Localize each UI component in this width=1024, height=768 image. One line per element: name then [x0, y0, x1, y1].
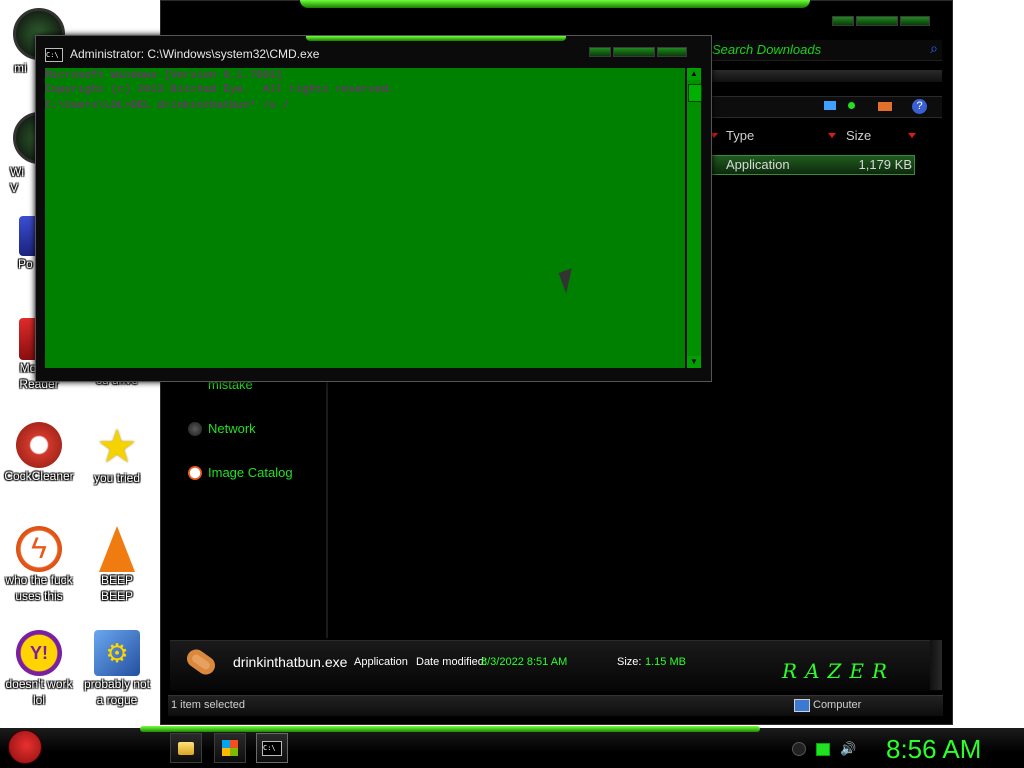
scroll-up-arrow-icon[interactable]: ▲: [687, 68, 701, 80]
close-button[interactable]: [900, 16, 930, 26]
help-icon[interactable]: ?: [912, 99, 927, 114]
angry-bird-icon: [8, 730, 42, 764]
cmd-scrollbar[interactable]: ▲ ▼: [686, 68, 702, 368]
details-kind: Application: [354, 656, 408, 668]
details-pane-edge: [930, 640, 942, 690]
lightning-icon: [188, 465, 202, 480]
maximize-button[interactable]: [856, 16, 898, 26]
details-size-value: 1.15 MB: [645, 656, 686, 668]
computer-icon: [794, 699, 810, 712]
details-size-label: Size:: [617, 656, 642, 668]
pane-icon[interactable]: [878, 102, 892, 111]
search-placeholder: Search Downloads: [712, 42, 822, 57]
cmd-icon: C:\: [262, 740, 282, 756]
volume-icon[interactable]: 🔊: [840, 742, 856, 756]
traffic-cone-icon: [99, 526, 135, 572]
console-line: Microsoft Windows [Version 6.1.7601]: [45, 70, 283, 82]
scroll-thumb[interactable]: [688, 84, 702, 102]
details-date-value: 8/3/2022 8:51 AM: [481, 656, 568, 668]
hotdog-file-icon: [183, 646, 219, 678]
details-pane: drinkinthatbun.exe Application Date modi…: [170, 640, 942, 691]
gears-icon: ⚙: [94, 630, 140, 676]
minimize-button[interactable]: [589, 47, 611, 57]
desktop-icon-doesnt-work[interactable]: Y! doesn't work lol: [0, 630, 78, 708]
nav-item-image-catalog[interactable]: Image Catalog: [188, 465, 293, 480]
scroll-down-arrow-icon[interactable]: ▼: [687, 356, 701, 368]
cmd-title: Administrator: C:\Windows\system32\CMD.e…: [70, 47, 320, 61]
nav-pane-divider: [326, 380, 328, 638]
taskbar-glow: [140, 726, 760, 732]
nav-item-network[interactable]: Network: [188, 421, 256, 436]
window-top-glow: [300, 0, 810, 8]
windows-logo-icon: [222, 740, 238, 756]
system-tray: 🔊: [792, 740, 856, 758]
cmd-title-glow: [306, 36, 566, 41]
desktop-icon-label: BEEP BEEP: [100, 573, 133, 603]
network-icon: [188, 421, 202, 436]
razer-logo: RAZER: [782, 659, 896, 683]
file-row[interactable]: Application 1,179 KB: [710, 155, 915, 175]
network-tray-icon[interactable]: [816, 742, 830, 756]
column-header-size[interactable]: Size: [846, 128, 871, 143]
status-bar: 1 item selected Computer: [168, 695, 943, 716]
desktop-icon-label: CockCleaner: [4, 469, 74, 483]
star-icon: ★: [96, 420, 138, 472]
desktop-icon-label: who the fuck uses this: [5, 573, 73, 603]
desktop-icon-beep-beep[interactable]: BEEP BEEP: [78, 526, 156, 604]
desktop-icon-cockcleaner[interactable]: CockCleaner: [0, 422, 78, 484]
file-type: Application: [726, 157, 790, 172]
sort-arrow-icon: [828, 133, 836, 138]
console-line: C:\Users\LOL>DEL drinkinthatbun* /s /: [45, 100, 290, 112]
start-button[interactable]: [8, 730, 48, 766]
taskbar-clock[interactable]: 8:56 AM: [886, 734, 981, 765]
taskbar-windows-button[interactable]: [214, 733, 246, 763]
desktop-icon-label: you tried: [93, 471, 141, 485]
sort-arrow-icon: [908, 133, 916, 138]
folder-icon: [178, 741, 194, 755]
taskbar-folder-button[interactable]: [170, 733, 202, 763]
address-bar: ?: [710, 96, 942, 118]
explorer-toolbar: [710, 70, 942, 82]
status-selection: 1 item selected: [171, 699, 245, 711]
yahoo-messenger-icon: Y!: [16, 630, 62, 676]
search-box[interactable]: Search Downloads ⌕: [710, 40, 942, 61]
console-output[interactable]: Microsoft Windows [Version 6.1.7601] Cop…: [45, 68, 685, 368]
desktop-icon-label: probably not a rogue: [83, 677, 151, 707]
maximize-button[interactable]: [613, 47, 655, 57]
file-size: 1,179 KB: [858, 157, 913, 172]
taskbar: [0, 728, 1024, 768]
status-location: Computer: [813, 699, 862, 711]
details-date-label: Date modified:: [416, 656, 487, 668]
desktop-icon-who-uses-this[interactable]: ϟ who the fuck uses this: [0, 526, 78, 604]
cmd-window-controls: [589, 47, 687, 57]
cmd-window: C:\ Administrator: C:\Windows\system32\C…: [35, 35, 712, 382]
desktop-icon-probably-not-rogue[interactable]: ⚙ probably not a rogue: [78, 630, 156, 708]
lightning-icon: ϟ: [16, 526, 62, 572]
column-header-type[interactable]: Type: [726, 128, 754, 143]
desktop-icon-you-tried[interactable]: ★ you tried: [78, 422, 156, 486]
preview-pane-icon[interactable]: [848, 102, 855, 109]
desktop-icon-label: doesn't work lol: [5, 677, 73, 707]
nav-item-label: Network: [208, 421, 256, 436]
console-line: Copyright (c) 2013 Bitchad Eye. All righ…: [45, 84, 395, 96]
minimize-button[interactable]: [832, 16, 854, 26]
search-icon[interactable]: ⌕: [930, 40, 938, 57]
column-headers: Type Size: [710, 126, 942, 146]
details-filename: drinkinthatbun.exe: [233, 654, 348, 670]
taskbar-cmd-button[interactable]: C:\: [256, 733, 288, 763]
nav-item-label: Image Catalog: [208, 465, 293, 480]
view-icon[interactable]: [824, 101, 836, 110]
explorer-window-controls: [832, 16, 930, 26]
close-button[interactable]: [657, 47, 687, 57]
back-arrow-icon[interactable]: [792, 742, 806, 756]
ccleaner-icon: [16, 422, 62, 468]
cmd-icon: C:\: [45, 48, 63, 62]
